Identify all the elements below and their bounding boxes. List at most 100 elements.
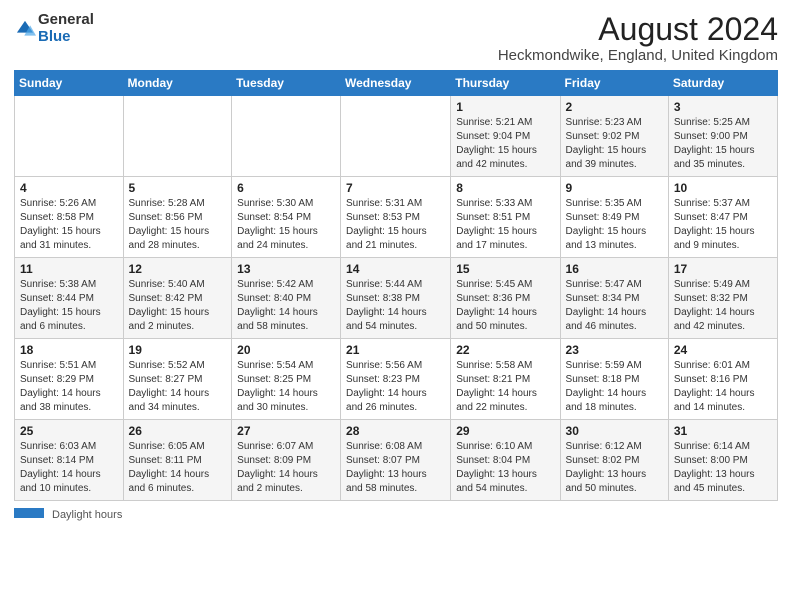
calendar-cell: 13 Sunrise: 5:42 AM Sunset: 8:40 PM Dayli… — [232, 258, 341, 339]
day-number: 22 — [456, 343, 554, 357]
calendar-cell: 31 Sunrise: 6:14 AM Sunset: 8:00 PM Dayli… — [668, 420, 777, 501]
calendar-cell: 14 Sunrise: 5:44 AM Sunset: 8:38 PM Dayli… — [341, 258, 451, 339]
day-number: 9 — [566, 181, 663, 195]
day-number: 26 — [129, 424, 227, 438]
daylight-label: Daylight hours — [52, 509, 122, 521]
day-info: Sunrise: 6:14 AM Sunset: 8:00 PM Dayligh… — [674, 440, 772, 496]
calendar-cell — [232, 96, 341, 177]
day-number: 3 — [674, 100, 772, 114]
day-info: Sunrise: 5:52 AM Sunset: 8:27 PM Dayligh… — [129, 359, 227, 415]
header: General Blue August 2024 Heckmondwike, E… — [14, 12, 778, 64]
day-number: 7 — [346, 181, 445, 195]
day-info: Sunrise: 5:37 AM Sunset: 8:47 PM Dayligh… — [674, 197, 772, 253]
day-number: 1 — [456, 100, 554, 114]
day-number: 25 — [20, 424, 118, 438]
day-info: Sunrise: 5:45 AM Sunset: 8:36 PM Dayligh… — [456, 278, 554, 334]
calendar-cell: 1Sunrise: 5:21 AM Sunset: 9:04 PM Daylig… — [451, 96, 560, 177]
day-number: 20 — [237, 343, 335, 357]
calendar-cell: 22 Sunrise: 5:58 AM Sunset: 8:21 PM Dayli… — [451, 339, 560, 420]
day-number: 12 — [129, 262, 227, 276]
calendar-header: SundayMondayTuesdayWednesdayThursdayFrid… — [15, 71, 778, 96]
calendar-cell: 23Sunrise: 5:59 AM Sunset: 8:18 PM Dayli… — [560, 339, 668, 420]
day-number: 18 — [20, 343, 118, 357]
day-number: 2 — [566, 100, 663, 114]
logo: General Blue — [14, 12, 94, 45]
calendar-cell: 29Sunrise: 6:10 AM Sunset: 8:04 PM Dayli… — [451, 420, 560, 501]
daylight-bar-icon — [14, 508, 44, 518]
calendar-cell: 15 Sunrise: 5:45 AM Sunset: 8:36 PM Dayli… — [451, 258, 560, 339]
calendar-cell — [15, 96, 124, 177]
day-number: 10 — [674, 181, 772, 195]
col-header-tuesday: Tuesday — [232, 71, 341, 96]
day-info: Sunrise: 5:44 AM Sunset: 8:38 PM Dayligh… — [346, 278, 445, 334]
day-info: Sunrise: 5:58 AM Sunset: 8:21 PM Dayligh… — [456, 359, 554, 415]
col-header-wednesday: Wednesday — [341, 71, 451, 96]
day-info: Sunrise: 5:38 AM Sunset: 8:44 PM Dayligh… — [20, 278, 118, 334]
calendar-cell: 25Sunrise: 6:03 AM Sunset: 8:14 PM Dayli… — [15, 420, 124, 501]
calendar-cell: 10 Sunrise: 5:37 AM Sunset: 8:47 PM Dayli… — [668, 177, 777, 258]
day-info: Sunrise: 5:56 AM Sunset: 8:23 PM Dayligh… — [346, 359, 445, 415]
col-header-monday: Monday — [123, 71, 232, 96]
week-row-5: 25Sunrise: 6:03 AM Sunset: 8:14 PM Dayli… — [15, 420, 778, 501]
calendar: SundayMondayTuesdayWednesdayThursdayFrid… — [14, 70, 778, 501]
week-row-3: 11Sunrise: 5:38 AM Sunset: 8:44 PM Dayli… — [15, 258, 778, 339]
day-number: 6 — [237, 181, 335, 195]
page: General Blue August 2024 Heckmondwike, E… — [0, 0, 792, 612]
day-number: 4 — [20, 181, 118, 195]
day-number: 16 — [566, 262, 663, 276]
calendar-cell: 20 Sunrise: 5:54 AM Sunset: 8:25 PM Dayli… — [232, 339, 341, 420]
day-number: 15 — [456, 262, 554, 276]
day-info: Sunrise: 5:51 AM Sunset: 8:29 PM Dayligh… — [20, 359, 118, 415]
day-info: Sunrise: 6:08 AM Sunset: 8:07 PM Dayligh… — [346, 440, 445, 496]
day-info: Sunrise: 6:01 AM Sunset: 8:16 PM Dayligh… — [674, 359, 772, 415]
day-info: Sunrise: 5:49 AM Sunset: 8:32 PM Dayligh… — [674, 278, 772, 334]
day-info: Sunrise: 5:23 AM Sunset: 9:02 PM Dayligh… — [566, 116, 663, 172]
calendar-body: 1Sunrise: 5:21 AM Sunset: 9:04 PM Daylig… — [15, 96, 778, 501]
calendar-cell: 30Sunrise: 6:12 AM Sunset: 8:02 PM Dayli… — [560, 420, 668, 501]
calendar-cell: 11Sunrise: 5:38 AM Sunset: 8:44 PM Dayli… — [15, 258, 124, 339]
calendar-cell: 17Sunrise: 5:49 AM Sunset: 8:32 PM Dayli… — [668, 258, 777, 339]
day-info: Sunrise: 6:12 AM Sunset: 8:02 PM Dayligh… — [566, 440, 663, 496]
day-number: 31 — [674, 424, 772, 438]
day-number: 29 — [456, 424, 554, 438]
logo-general: General — [38, 11, 94, 28]
calendar-cell: 27Sunrise: 6:07 AM Sunset: 8:09 PM Dayli… — [232, 420, 341, 501]
logo-icon — [14, 18, 36, 40]
day-info: Sunrise: 5:28 AM Sunset: 8:56 PM Dayligh… — [129, 197, 227, 253]
day-info: Sunrise: 5:42 AM Sunset: 8:40 PM Dayligh… — [237, 278, 335, 334]
main-title: August 2024 — [498, 12, 778, 47]
day-number: 19 — [129, 343, 227, 357]
logo-text: General Blue — [38, 12, 94, 45]
footer: Daylight hours — [14, 505, 778, 521]
week-row-4: 18 Sunrise: 5:51 AM Sunset: 8:29 PM Dayli… — [15, 339, 778, 420]
calendar-cell: 7 Sunrise: 5:31 AM Sunset: 8:53 PM Daylig… — [341, 177, 451, 258]
day-info: Sunrise: 5:54 AM Sunset: 8:25 PM Dayligh… — [237, 359, 335, 415]
day-info: Sunrise: 5:40 AM Sunset: 8:42 PM Dayligh… — [129, 278, 227, 334]
week-row-1: 1Sunrise: 5:21 AM Sunset: 9:04 PM Daylig… — [15, 96, 778, 177]
day-info: Sunrise: 5:33 AM Sunset: 8:51 PM Dayligh… — [456, 197, 554, 253]
day-info: Sunrise: 5:30 AM Sunset: 8:54 PM Dayligh… — [237, 197, 335, 253]
day-info: Sunrise: 5:25 AM Sunset: 9:00 PM Dayligh… — [674, 116, 772, 172]
subtitle: Heckmondwike, England, United Kingdom — [498, 47, 778, 64]
day-number: 14 — [346, 262, 445, 276]
col-header-saturday: Saturday — [668, 71, 777, 96]
calendar-cell: 2 Sunrise: 5:23 AM Sunset: 9:02 PM Daylig… — [560, 96, 668, 177]
calendar-cell: 5 Sunrise: 5:28 AM Sunset: 8:56 PM Daylig… — [123, 177, 232, 258]
calendar-cell: 26Sunrise: 6:05 AM Sunset: 8:11 PM Dayli… — [123, 420, 232, 501]
day-info: Sunrise: 5:31 AM Sunset: 8:53 PM Dayligh… — [346, 197, 445, 253]
header-row: SundayMondayTuesdayWednesdayThursdayFrid… — [15, 71, 778, 96]
calendar-cell: 12 Sunrise: 5:40 AM Sunset: 8:42 PM Dayli… — [123, 258, 232, 339]
day-number: 8 — [456, 181, 554, 195]
day-number: 5 — [129, 181, 227, 195]
day-number: 28 — [346, 424, 445, 438]
col-header-sunday: Sunday — [15, 71, 124, 96]
day-number: 13 — [237, 262, 335, 276]
calendar-cell: 6 Sunrise: 5:30 AM Sunset: 8:54 PM Daylig… — [232, 177, 341, 258]
calendar-cell: 18 Sunrise: 5:51 AM Sunset: 8:29 PM Dayli… — [15, 339, 124, 420]
day-number: 23 — [566, 343, 663, 357]
calendar-cell: 21Sunrise: 5:56 AM Sunset: 8:23 PM Dayli… — [341, 339, 451, 420]
week-row-2: 4Sunrise: 5:26 AM Sunset: 8:58 PM Daylig… — [15, 177, 778, 258]
day-number: 27 — [237, 424, 335, 438]
calendar-cell — [123, 96, 232, 177]
calendar-cell: 19 Sunrise: 5:52 AM Sunset: 8:27 PM Dayli… — [123, 339, 232, 420]
